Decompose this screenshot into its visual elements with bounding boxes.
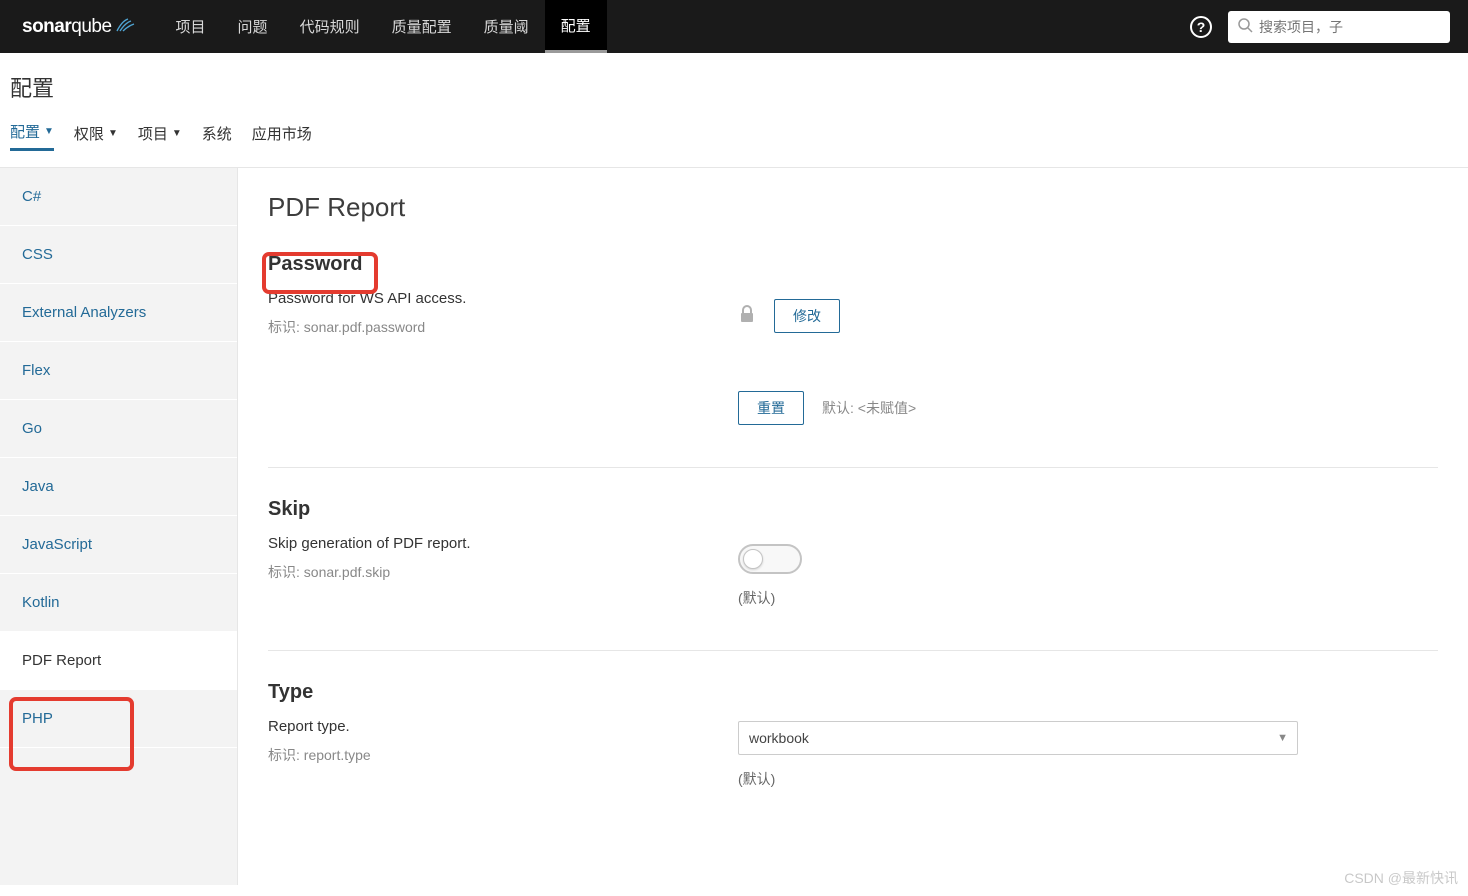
sidebar-item-flex[interactable]: Flex — [0, 342, 237, 400]
brand-suffix: qube — [71, 16, 111, 37]
subtab-projects[interactable]: 项目 ▼ — [138, 121, 182, 151]
search-icon — [1238, 18, 1253, 36]
nav-item-rules[interactable]: 代码规则 — [284, 0, 376, 53]
help-icon[interactable]: ? — [1190, 16, 1212, 38]
page-title: 配置 — [10, 71, 1458, 103]
brand-waves-icon — [116, 16, 136, 38]
setting-key: 标识: sonar.pdf.password — [268, 317, 738, 337]
nav-item-quality-profiles[interactable]: 质量配置 — [376, 0, 468, 53]
nav-item-admin[interactable]: 配置 — [545, 0, 607, 53]
setting-title: Type — [268, 681, 738, 704]
setting-title: Password — [268, 253, 738, 276]
subtab-label: 配置 — [10, 121, 40, 142]
sidebar-item-pdf-report[interactable]: PDF Report — [0, 632, 237, 690]
subtab-config[interactable]: 配置 ▼ — [10, 121, 54, 151]
nav-items: 项目 问题 代码规则 质量配置 质量阈 配置 — [160, 0, 607, 53]
subtab-label: 权限 — [74, 123, 104, 144]
setting-password: Password Password for WS API access. 标识:… — [268, 253, 1438, 468]
search-box[interactable] — [1228, 11, 1450, 43]
setting-title: Skip — [268, 498, 738, 521]
page-header: 配置 配置 ▼ 权限 ▼ 项目 ▼ 系统 应用市场 — [0, 53, 1468, 167]
setting-key: 标识: report.type — [268, 745, 738, 765]
chevron-down-icon: ▼ — [44, 126, 54, 137]
sidebar-item-go[interactable]: Go — [0, 400, 237, 458]
svg-text:?: ? — [1197, 19, 1206, 35]
setting-right: (默认) — [738, 498, 1438, 608]
top-nav: sonarqube 项目 问题 代码规则 质量配置 质量阈 配置 ? — [0, 0, 1468, 53]
content: PDF Report Password Password for WS API … — [238, 168, 1468, 885]
setting-description: Report type. — [268, 718, 738, 735]
sidebar-item-css[interactable]: CSS — [0, 226, 237, 284]
type-select[interactable]: workbook — [738, 721, 1298, 755]
sidebar-item-java[interactable]: Java — [0, 458, 237, 516]
brand-prefix: sonar — [22, 16, 71, 37]
setting-left: Skip Skip generation of PDF report. 标识: … — [268, 498, 738, 608]
nav-item-issues[interactable]: 问题 — [222, 0, 284, 53]
sidebar-item-csharp[interactable]: C# — [0, 168, 237, 226]
setting-left: Password Password for WS API access. 标识:… — [268, 253, 738, 425]
modify-button[interactable]: 修改 — [774, 299, 840, 333]
nav-item-quality-gates[interactable]: 质量阈 — [468, 0, 545, 53]
chevron-down-icon: ▼ — [108, 128, 118, 139]
nav-right: ? — [1190, 0, 1458, 53]
nav-item-projects[interactable]: 项目 — [160, 0, 222, 53]
chevron-down-icon: ▼ — [172, 128, 182, 139]
content-heading: PDF Report — [268, 192, 1438, 223]
search-input[interactable] — [1259, 19, 1440, 35]
sidebar-item-php[interactable]: PHP — [0, 690, 237, 748]
setting-skip: Skip Skip generation of PDF report. 标识: … — [268, 498, 1438, 651]
subtab-system[interactable]: 系统 — [202, 121, 232, 151]
type-select-wrap: workbook ▼ — [738, 721, 1298, 755]
lock-icon — [738, 305, 756, 328]
setting-description: Password for WS API access. — [268, 290, 738, 307]
subtab-marketplace[interactable]: 应用市场 — [252, 121, 312, 151]
setting-right: workbook ▼ (默认) — [738, 681, 1438, 789]
setting-right: 修改 重置 默认: <未赋值> — [738, 253, 1438, 425]
setting-type: Type Report type. 标识: report.type workbo… — [268, 681, 1438, 831]
watermark: CSDN @最新快讯 — [1344, 868, 1458, 888]
default-text: (默认) — [738, 769, 1438, 789]
subtabs: 配置 ▼ 权限 ▼ 项目 ▼ 系统 应用市场 — [10, 121, 1458, 159]
sidebar-item-javascript[interactable]: JavaScript — [0, 516, 237, 574]
subtab-permissions[interactable]: 权限 ▼ — [74, 121, 118, 151]
reset-button[interactable]: 重置 — [738, 391, 804, 425]
sidebar: C# CSS External Analyzers Flex Go Java J… — [0, 168, 238, 885]
default-hint: 默认: <未赋值> — [822, 398, 916, 418]
skip-toggle[interactable] — [738, 544, 802, 574]
setting-key: 标识: sonar.pdf.skip — [268, 562, 738, 582]
setting-left: Type Report type. 标识: report.type — [268, 681, 738, 789]
setting-description: Skip generation of PDF report. — [268, 535, 738, 552]
toggle-knob — [743, 549, 763, 569]
default-text: (默认) — [738, 588, 1438, 608]
brand-logo[interactable]: sonarqube — [10, 0, 148, 53]
subtab-label: 项目 — [138, 123, 168, 144]
main: C# CSS External Analyzers Flex Go Java J… — [0, 167, 1468, 885]
sidebar-item-kotlin[interactable]: Kotlin — [0, 574, 237, 632]
sidebar-item-external-analyzers[interactable]: External Analyzers — [0, 284, 237, 342]
